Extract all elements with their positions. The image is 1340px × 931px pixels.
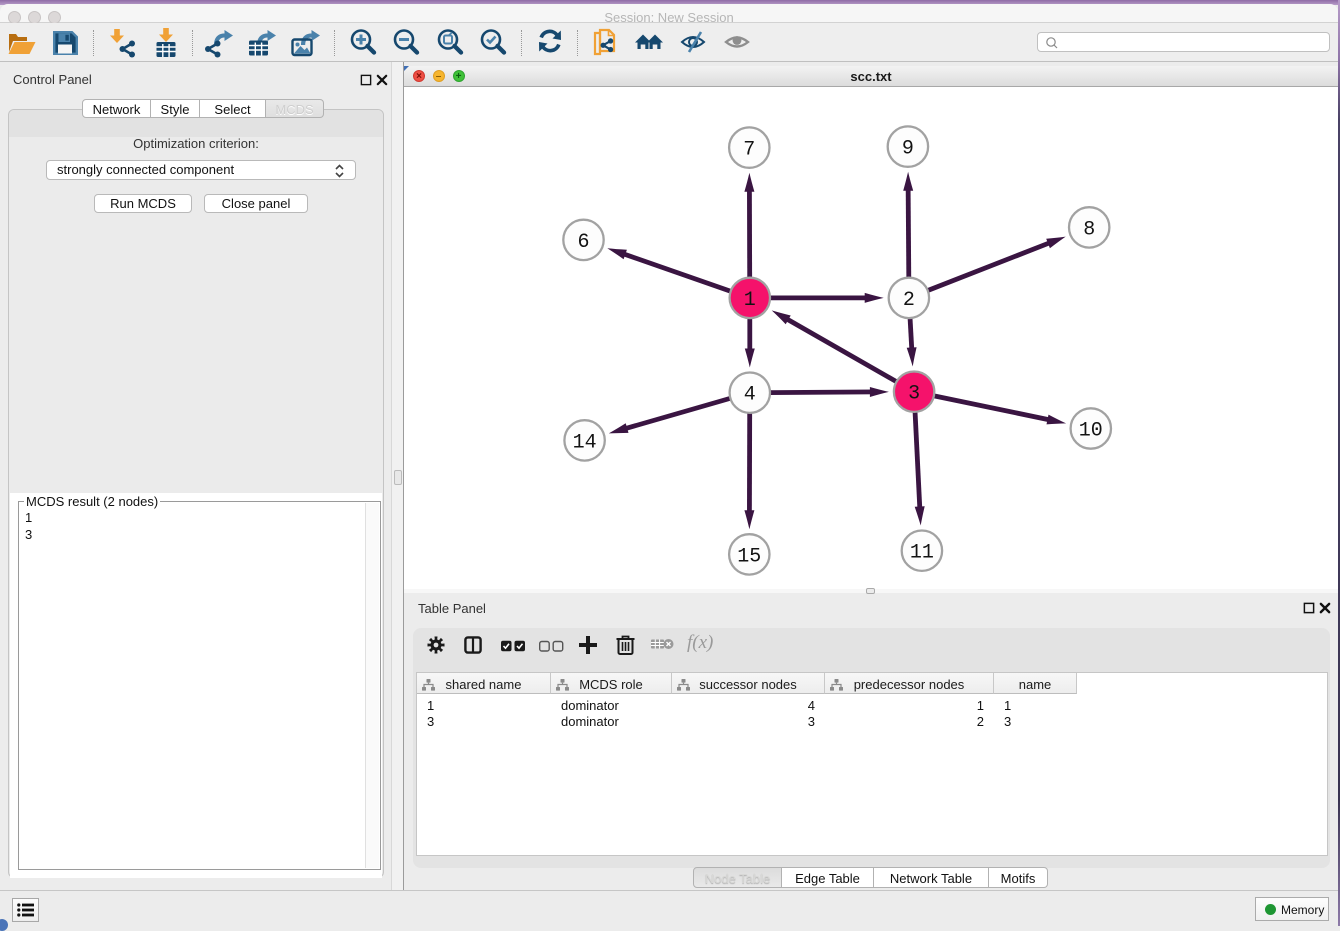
svg-text:7: 7 xyxy=(743,139,755,162)
svg-text:15: 15 xyxy=(737,545,761,568)
svg-text:6: 6 xyxy=(577,231,589,254)
svg-text:3: 3 xyxy=(908,383,920,406)
svg-text:4: 4 xyxy=(744,384,756,407)
svg-text:10: 10 xyxy=(1079,420,1103,443)
svg-text:8: 8 xyxy=(1083,218,1095,241)
svg-text:2: 2 xyxy=(903,289,915,312)
svg-text:14: 14 xyxy=(573,431,597,454)
svg-text:1: 1 xyxy=(744,289,756,312)
svg-text:9: 9 xyxy=(902,138,914,161)
svg-text:11: 11 xyxy=(910,542,934,565)
